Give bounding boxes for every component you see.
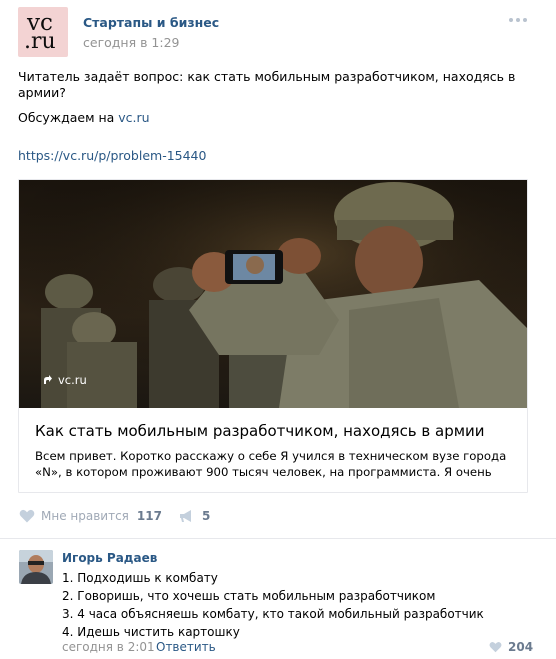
arrow-icon — [44, 375, 52, 384]
avatar[interactable] — [19, 550, 53, 584]
post-text-line: Обсуждаем на vc.ru — [18, 110, 538, 126]
card-source-label: vc.ru — [58, 373, 87, 387]
card-title[interactable]: Как стать мобильным разработчиком, наход… — [35, 422, 515, 440]
megaphone-icon — [179, 510, 191, 522]
comment-like-button[interactable]: 204 — [489, 640, 533, 654]
share-button[interactable]: 5 — [179, 509, 210, 523]
comment: Игорь Радаев 1. Подходишь к комбату 2. Г… — [0, 539, 556, 659]
comment-author-link[interactable]: Игорь Радаев — [62, 551, 157, 565]
like-button[interactable]: Мне нравится — [41, 509, 129, 523]
heart-icon — [489, 641, 502, 653]
like-count[interactable]: 117 — [137, 509, 162, 523]
logo-text-bottom: .ru — [24, 29, 56, 54]
post-author-link[interactable]: Стартапы и бизнес — [83, 15, 219, 30]
community-logo[interactable]: vc .ru — [18, 7, 68, 57]
share-count: 5 — [201, 509, 211, 523]
card-description: Всем привет. Коротко расскажу о себе Я у… — [35, 449, 507, 479]
link-preview-card[interactable]: vc.ru Как стать мобильным разработчиком,… — [18, 179, 528, 493]
wall-post: vc .ru Стартапы и бизнес сегодня в 1:29 … — [0, 0, 556, 535]
post-actions: Мне нравится 117 5 — [19, 508, 210, 524]
post-text-line: Читатель задаёт вопрос: как стать мобиль… — [18, 69, 516, 100]
reply-button[interactable]: Ответить — [156, 640, 216, 654]
card-source[interactable]: vc.ru — [41, 373, 87, 387]
vc-ru-link[interactable]: vc.ru — [118, 110, 149, 125]
heart-icon[interactable] — [19, 509, 35, 523]
comment-line: 4. Идешь чистить картошку — [62, 625, 240, 639]
comment-line: 1. Подходишь к комбату — [62, 571, 218, 585]
post-text-prefix: Обсуждаем на — [18, 110, 119, 125]
post-url-link[interactable]: https://vc.ru/p/problem-15440 — [18, 148, 538, 164]
post-date[interactable]: сегодня в 1:29 — [83, 35, 180, 50]
comment-like-count: 204 — [508, 640, 534, 654]
card-image[interactable]: vc.ru — [19, 180, 527, 408]
comment-text: 1. Подходишь к комбату 2. Говоришь, что … — [62, 569, 484, 641]
comment-line: 3. 4 часа объясняешь комбату, кто такой … — [62, 607, 484, 621]
comment-line: 2. Говоришь, что хочешь стать мобильным … — [62, 589, 436, 603]
more-dots-icon[interactable] — [509, 18, 527, 22]
comment-date[interactable]: сегодня в 2:01 — [62, 640, 155, 654]
